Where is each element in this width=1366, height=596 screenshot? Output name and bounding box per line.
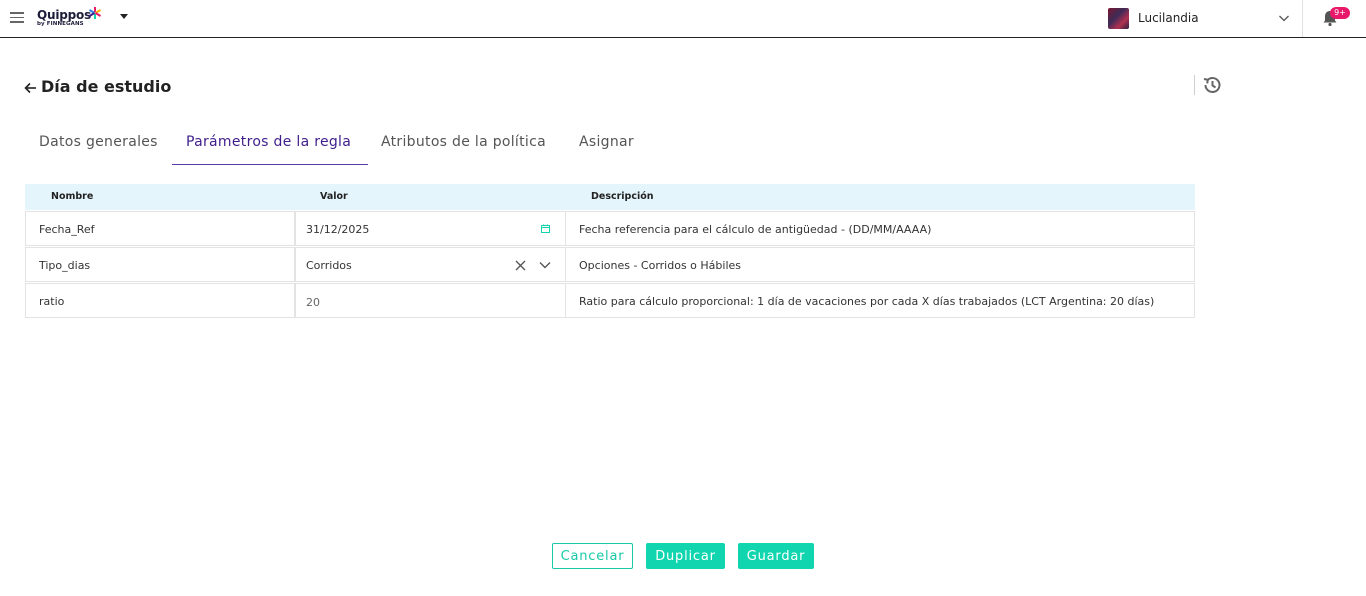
logo-subtitle: by FINNEGANS [37, 21, 84, 27]
param-name-cell: ratio [25, 283, 295, 318]
save-button[interactable]: Guardar [738, 543, 814, 569]
caret-down-icon[interactable] [120, 14, 128, 19]
date-value: 31/12/2025 [306, 223, 370, 236]
header-divider [1194, 75, 1195, 95]
page-title: Día de estudio [41, 77, 172, 96]
date-field[interactable]: 31/12/2025 [295, 211, 566, 246]
select-value: Corridos [306, 259, 352, 272]
notification-badge: 9+ [1330, 7, 1350, 19]
company-selector[interactable]: Lucilandia [1108, 8, 1298, 30]
table-header: Nombre Valor Descripción [25, 184, 1195, 210]
cancel-button[interactable]: Cancelar [552, 543, 633, 569]
param-description: Fecha referencia para el cálculo de anti… [579, 223, 932, 236]
param-description-cell: Fecha referencia para el cálculo de anti… [565, 211, 1195, 246]
active-tab-indicator [172, 164, 368, 165]
tipo-dias-select[interactable]: Corridos [295, 247, 566, 282]
clear-icon[interactable] [515, 260, 526, 271]
ratio-input[interactable]: 20 [295, 283, 566, 318]
tab-atributos-politica[interactable]: Atributos de la política [381, 134, 546, 150]
table-row: ratio 20 Ratio para cálculo proporcional… [25, 283, 1195, 319]
logo-text: Quippos [37, 8, 92, 22]
logo-star-icon [88, 7, 102, 19]
back-arrow-icon[interactable] [24, 82, 37, 94]
column-header-value: Valor [320, 191, 348, 202]
param-name: Tipo_dias [39, 259, 91, 272]
company-avatar [1108, 8, 1129, 29]
param-name: Fecha_Ref [39, 223, 95, 236]
tab-datos-generales[interactable]: Datos generales [39, 134, 158, 150]
chevron-down-icon [1279, 15, 1289, 22]
app-logo[interactable]: Quippos by FINNEGANS [37, 6, 107, 30]
param-name: ratio [39, 295, 65, 308]
company-name: Lucilandia [1138, 11, 1199, 25]
topbar-divider [1302, 0, 1303, 37]
column-header-name: Nombre [51, 191, 94, 202]
duplicate-button[interactable]: Duplicar [646, 543, 725, 569]
tab-parametros-regla[interactable]: Parámetros de la regla [186, 134, 351, 150]
table-row: Fecha_Ref 31/12/2025 Fecha referencia pa… [25, 211, 1195, 247]
chevron-down-icon[interactable] [539, 260, 551, 270]
history-icon[interactable] [1201, 74, 1223, 96]
param-name-cell: Tipo_dias [25, 247, 295, 282]
param-description-cell: Ratio para cálculo proporcional: 1 día d… [565, 283, 1195, 318]
column-header-description: Descripción [591, 191, 654, 202]
menu-icon[interactable] [10, 12, 24, 24]
top-bar: Quippos by FINNEGANS Lucilandia 9+ [0, 0, 1366, 38]
table-row: Tipo_dias Corridos Opciones - Corridos o… [25, 247, 1195, 283]
calendar-icon[interactable] [541, 224, 550, 233]
ratio-value: 20 [306, 296, 320, 309]
param-description: Opciones - Corridos o Hábiles [579, 259, 741, 272]
param-description: Ratio para cálculo proporcional: 1 día d… [579, 295, 1155, 308]
param-description-cell: Opciones - Corridos o Hábiles [565, 247, 1195, 282]
param-name-cell: Fecha_Ref [25, 211, 295, 246]
tab-asignar[interactable]: Asignar [579, 134, 634, 150]
